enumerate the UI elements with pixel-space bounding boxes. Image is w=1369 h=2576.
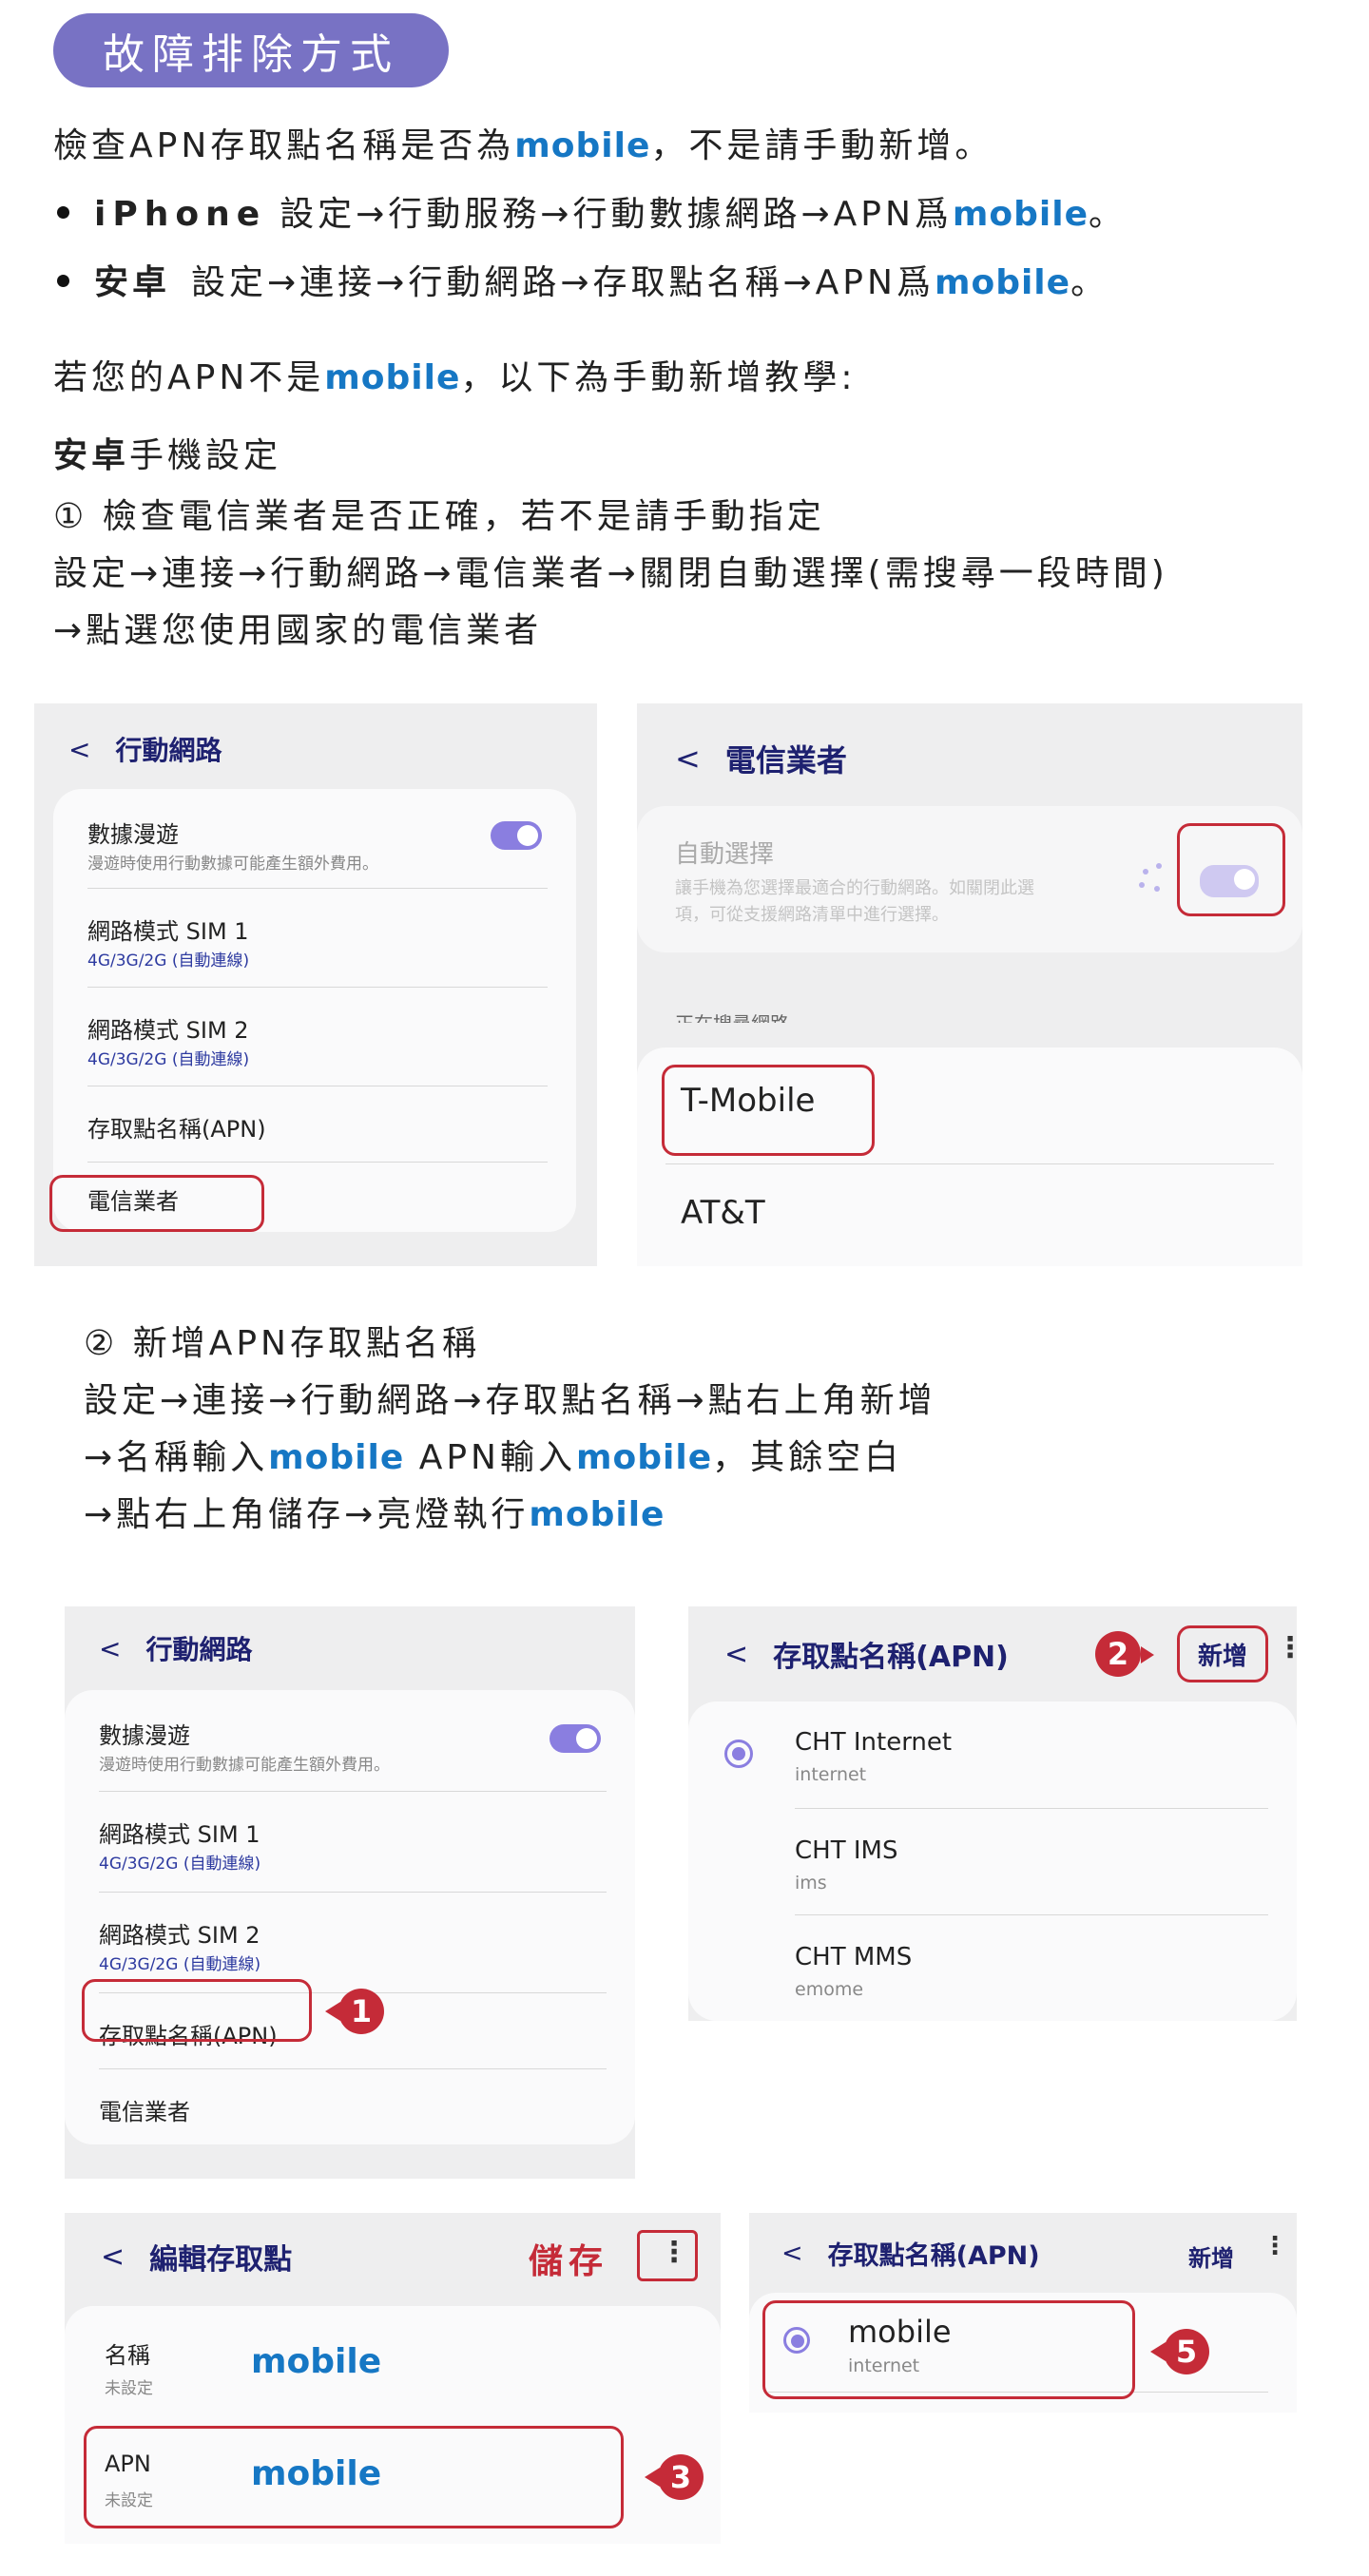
- screen-title: 編輯存取點: [149, 2243, 293, 2277]
- list-item[interactable]: 數據漫遊 漫遊時使用行動數據可能產生額外費用。: [53, 789, 576, 888]
- screen-title: 行動網路: [145, 1634, 253, 1665]
- list-item-apn[interactable]: 存取點名稱(APN): [53, 1086, 576, 1162]
- highlight-box: [762, 2300, 1135, 2399]
- step2-path-3: →點右上角儲存→亮燈執行mobile: [84, 1495, 665, 1534]
- back-chevron-icon[interactable]: <: [101, 2240, 125, 2274]
- bullet-icon: [57, 205, 69, 219]
- bullet-android: 安卓 設定→連接→行動網路→存取點名稱→APN爲mobile。: [57, 262, 1109, 303]
- apn-list-screen: < 存取點名稱(APN) 2 新增 ⋮ CHT Internet interne…: [688, 1606, 1304, 2021]
- screen-header: < 行動網路: [68, 730, 222, 768]
- edit-apn-screen: < 編輯存取點 儲存 ⋮ 4 名稱 未設定 mobile APN 未設定 mob…: [65, 2213, 721, 2544]
- highlight-box: [49, 1175, 264, 1232]
- highlight-box: [82, 1979, 312, 2042]
- back-chevron-icon[interactable]: <: [781, 2239, 803, 2268]
- carrier-item[interactable]: AT&T: [637, 1163, 1302, 1266]
- back-chevron-icon[interactable]: <: [724, 1638, 748, 1671]
- list-item[interactable]: 網路模式 SIM 2 4G/3G/2G (自動連線): [65, 1892, 635, 1992]
- name-field[interactable]: 名稱 未設定 mobile: [65, 2306, 721, 2418]
- back-chevron-icon[interactable]: <: [68, 734, 90, 765]
- add-button[interactable]: 新增: [1188, 2240, 1234, 2273]
- more-menu-icon[interactable]: ⋮: [1276, 1631, 1304, 1664]
- add-button[interactable]: 新增: [1177, 1625, 1268, 1682]
- step2-path: 設定→連接→行動網路→存取點名稱→點右上角新增: [84, 1381, 936, 1420]
- radio-selected-icon[interactable]: [724, 1740, 753, 1768]
- apn-item[interactable]: CHT Internet internet: [688, 1701, 1297, 1808]
- screen-title: 行動網路: [115, 735, 222, 766]
- list-item[interactable]: 數據漫遊 漫遊時使用行動數據可能產生額外費用。: [65, 1690, 635, 1791]
- step-marker-5: 5: [1150, 2329, 1209, 2374]
- step1-path-2: →點選您使用國家的電信業者: [53, 611, 543, 650]
- apn-item[interactable]: CHT IMS ims: [688, 1808, 1297, 1914]
- roaming-toggle[interactable]: [550, 1724, 601, 1753]
- step2-title: ② 新增APN存取點名稱: [84, 1324, 480, 1363]
- screen-title: 存取點名稱(APN): [773, 1641, 1009, 1674]
- mobile-network-screen-2: < 行動網路 數據漫遊 漫遊時使用行動數據可能產生額外費用。 網路模式 SIM …: [65, 1606, 635, 2179]
- more-menu-icon[interactable]: ⋮: [1263, 2232, 1287, 2260]
- bullet-icon: [57, 274, 69, 287]
- intro-line: 檢查APN存取點名稱是否為mobile，不是請手動新增。: [53, 126, 993, 165]
- more-menu-icon[interactable]: ⋮: [660, 2236, 688, 2269]
- manual-intro: 若您的APN不是mobile，以下為手動新增教學:: [53, 358, 857, 397]
- screen-header: < 存取點名稱(APN): [724, 1633, 1009, 1675]
- step2-path-2: →名稱輸入mobile APN輸入mobile，其餘空白: [84, 1438, 903, 1477]
- screen-title: 存取點名稱(APN): [827, 2240, 1040, 2271]
- screen-header: < 行動網路: [99, 1629, 252, 1667]
- apn-item[interactable]: CHT MMS emome: [688, 1914, 1297, 2021]
- highlight-box: [84, 2426, 624, 2528]
- step-marker-3: 3: [645, 2454, 704, 2500]
- list-item[interactable]: 網路模式 SIM 1 4G/3G/2G (自動連線): [53, 888, 576, 987]
- list-item[interactable]: 網路模式 SIM 1 4G/3G/2G (自動連線): [65, 1791, 635, 1892]
- searching-label: 正在搜尋網路: [675, 1009, 789, 1023]
- step1-title: ① 檢查電信業者是否正確，若不是請手動指定: [53, 497, 825, 536]
- list-item-carrier[interactable]: 電信業者: [65, 2068, 635, 2144]
- step-marker-2: 2: [1095, 1631, 1141, 1677]
- section-title: 故障排除方式: [53, 13, 449, 87]
- marker-arrow-icon: [1141, 1646, 1154, 1663]
- bullet-iphone: iPhone 設定→行動服務→行動數據網路→APN爲mobile。: [57, 194, 1127, 235]
- android-heading: 安卓手機設定: [53, 436, 282, 475]
- highlight-box: [662, 1065, 875, 1156]
- save-button[interactable]: 儲存: [529, 2234, 608, 2283]
- step-marker-1: 1: [325, 1989, 384, 2034]
- screen-title: 電信業者: [724, 742, 847, 779]
- step1-path: 設定→連接→行動網路→電信業者→關閉自動選擇(需搜尋一段時間): [53, 554, 1168, 593]
- roaming-toggle[interactable]: [491, 821, 542, 850]
- loading-spinner-icon: [1139, 863, 1173, 897]
- screen-header: < 編輯存取點: [101, 2236, 292, 2278]
- list-item[interactable]: 網路模式 SIM 2 4G/3G/2G (自動連線): [53, 987, 576, 1086]
- back-chevron-icon[interactable]: <: [99, 1633, 121, 1664]
- screen-header: < 電信業者: [675, 738, 847, 779]
- carrier-screen: < 電信業者 自動選擇 讓手機為您選擇最適合的行動網路。如關閉此選 項，可從支援…: [637, 703, 1302, 1266]
- settings-card: 數據漫遊 漫遊時使用行動數據可能產生額外費用。 網路模式 SIM 1 4G/3G…: [53, 789, 576, 1232]
- settings-card: 數據漫遊 漫遊時使用行動數據可能產生額外費用。 網路模式 SIM 1 4G/3G…: [65, 1690, 635, 2144]
- mobile-network-screen: < 行動網路 數據漫遊 漫遊時使用行動數據可能產生額外費用。 網路模式 SIM …: [34, 703, 597, 1266]
- back-chevron-icon[interactable]: <: [675, 740, 701, 777]
- apn-list: CHT Internet internet CHT IMS ims CHT MM…: [688, 1701, 1297, 2021]
- screen-header: < 存取點名稱(APN): [781, 2234, 1040, 2272]
- highlight-box: [1177, 823, 1285, 916]
- apn-result-screen: < 存取點名稱(APN) 新增 ⋮ mobile internet 5: [749, 2213, 1297, 2413]
